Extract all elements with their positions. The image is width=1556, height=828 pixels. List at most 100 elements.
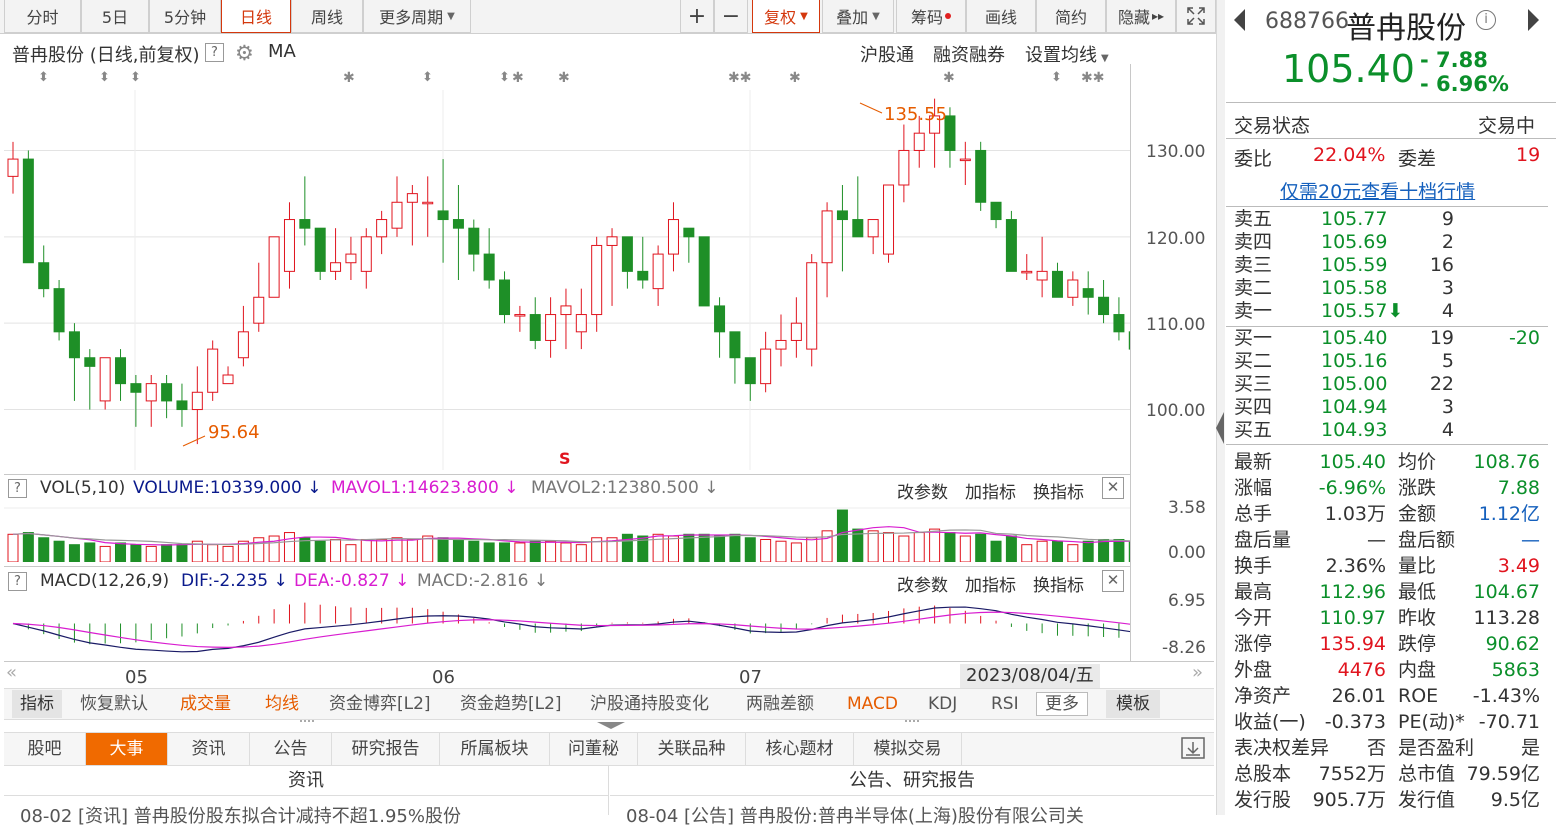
tab-5min[interactable]: 5分钟 [149, 0, 221, 33]
event-marker-star-icon[interactable]: ✱ [789, 70, 801, 86]
tab-announcements[interactable]: 公告 [250, 733, 332, 765]
bid-level-row[interactable]: 买一 105.40 19 -20 [1234, 327, 1544, 350]
vol-close-button[interactable]: ✕ [1102, 477, 1124, 499]
ask-level-row[interactable]: 卖五 105.77 9 [1234, 208, 1544, 231]
collapse-arrow-icon[interactable] [1216, 412, 1224, 444]
macd-help-button[interactable]: ? [8, 571, 27, 591]
vol-help-button[interactable]: ? [8, 478, 27, 498]
event-marker-star-icon[interactable]: ✱ [343, 70, 355, 86]
ask-level-row[interactable]: 卖三 105.59 16 [1234, 254, 1544, 277]
volume-bar [1051, 540, 1063, 562]
tab-indicator[interactable]: 指标 [12, 690, 62, 718]
tab-kdj[interactable]: KDJ [928, 690, 957, 718]
bid-level-row[interactable]: 买四 104.94 3 [1234, 396, 1544, 419]
settings-button[interactable]: ⚙ [235, 41, 254, 65]
hide-button[interactable]: 隐藏 ▸▸ [1106, 0, 1176, 33]
tab-news[interactable]: 资讯 [168, 733, 250, 765]
macd-chart[interactable] [0, 592, 1130, 660]
collapse-toggle-icon[interactable] [597, 722, 625, 729]
news-right-item[interactable]: 08-04 [公告] 普冉股份:普冉半导体(上海)股份有限公司关 [626, 802, 1186, 828]
tab-restore-default[interactable]: 恢复默认 [80, 690, 148, 718]
prev-stock-button[interactable] [1234, 9, 1245, 31]
event-marker-star-icon[interactable]: ✱ [943, 70, 955, 86]
scroll-left-button[interactable]: « [6, 662, 17, 683]
macd-axis-top: 6.95 [1168, 591, 1206, 611]
sell-signal-marker[interactable]: S [559, 449, 571, 468]
tab-research[interactable]: 研究报告 [332, 733, 440, 765]
tab-more-periods[interactable]: 更多周期 ▼ [363, 0, 471, 33]
stat-value: 4476 [1337, 659, 1386, 681]
stat-label: 盘后额 [1398, 529, 1456, 551]
event-marker-star-icon[interactable]: ✱✱ [1081, 70, 1104, 86]
event-marker-star-icon[interactable]: ✱ [558, 70, 570, 86]
ask-level-row[interactable]: 卖一 105.57⬇ 4 [1234, 300, 1544, 323]
tab-sectors[interactable]: 所属板块 [440, 733, 550, 765]
candle-body [468, 227, 480, 255]
info-icon: i [1484, 12, 1488, 27]
link-margin[interactable]: 融资融券 [933, 41, 1005, 67]
candlestick-chart[interactable] [0, 90, 1130, 470]
tab-stock-forum[interactable]: 股吧 [4, 733, 86, 765]
chevron-down-icon: ▼ [872, 10, 880, 22]
tab-volume[interactable]: 成交量 [180, 690, 231, 718]
next-stock-button[interactable] [1528, 9, 1539, 31]
bid-level-row[interactable]: 买二 105.16 5 [1234, 350, 1544, 373]
set-ma-button[interactable]: 设置均线 ▼ [1025, 41, 1109, 67]
info-button[interactable]: i [1476, 10, 1496, 30]
tab-ask-secretary[interactable]: 问董秘 [550, 733, 638, 765]
tab-fund-trend[interactable]: 资金趋势[L2] [460, 690, 562, 718]
event-marker-arrow-icon[interactable]: ⬍ [1051, 70, 1062, 85]
tab-major-events[interactable]: 大事 [86, 733, 168, 765]
tab-rsi[interactable]: RSI [991, 690, 1019, 718]
tab-intraday[interactable]: 分时 [4, 0, 81, 33]
tab-sim-trading[interactable]: 模拟交易 [854, 733, 962, 765]
tab-related[interactable]: 关联品种 [638, 733, 746, 765]
event-marker-star-icon[interactable]: ✱ [512, 70, 524, 86]
tab-hk-holding[interactable]: 沪股通持股变化 [590, 690, 709, 718]
tab-ma[interactable]: 均线 [265, 690, 299, 718]
level2-promo-link[interactable]: 仅需20元查看十档行情 [1280, 177, 1475, 204]
event-marker-arrow-icon[interactable]: ⬍ [422, 70, 433, 85]
tab-daily[interactable]: 日线 [221, 0, 291, 33]
ma-label[interactable]: MA [268, 41, 296, 62]
news-left-item[interactable]: 08-02 [资讯] 普冉股份股东拟合计减持不超1.95%股份 [20, 802, 580, 828]
adjust-button[interactable]: 复权 ▼ [752, 0, 820, 33]
tab-more[interactable]: 更多 [1036, 692, 1088, 716]
event-marker-star-icon[interactable]: ✱✱ [728, 70, 751, 86]
ask-level-row[interactable]: 卖四 105.69 2 [1234, 231, 1544, 254]
tab-template[interactable]: 模板 [1106, 690, 1160, 718]
splitter-grip[interactable] [905, 720, 919, 726]
volume-bar [975, 533, 987, 562]
bid-level-row[interactable]: 买三 105.00 22 [1234, 373, 1544, 396]
zoom-in-button[interactable]: + [680, 0, 714, 33]
link-hk-connect[interactable]: 沪股通 [860, 41, 914, 67]
stat-value: 110.97 [1319, 607, 1386, 629]
fullscreen-button[interactable] [1176, 0, 1216, 33]
chips-button[interactable]: 筹码 [896, 0, 966, 33]
volume-chart[interactable] [0, 500, 1130, 562]
event-marker-arrow-icon[interactable]: ⬍ [99, 70, 110, 85]
bid-level-label: 买三 [1234, 373, 1273, 395]
overlay-button[interactable]: 叠加 ▼ [822, 0, 894, 33]
tab-core-themes[interactable]: 核心题材 [746, 733, 854, 765]
splitter-grip[interactable] [300, 720, 314, 726]
tab-5day[interactable]: 5日 [81, 0, 149, 33]
volume-bar [268, 535, 280, 562]
help-button[interactable]: ? [205, 42, 224, 62]
event-marker-arrow-icon[interactable]: ⬍ [499, 70, 510, 85]
tab-weekly[interactable]: 周线 [291, 0, 363, 33]
event-marker-arrow-icon[interactable]: ⬍ [38, 70, 49, 85]
scroll-right-button[interactable]: » [1192, 662, 1203, 683]
tab-fund-game[interactable]: 资金博弈[L2] [329, 690, 431, 718]
tab-margin-diff[interactable]: 两融差额 [746, 690, 814, 718]
download-button[interactable] [1180, 736, 1206, 764]
panel-collapse-handle[interactable] [1216, 0, 1225, 815]
macd-close-button[interactable]: ✕ [1102, 570, 1124, 592]
tab-macd[interactable]: MACD [847, 690, 898, 718]
bid-level-row[interactable]: 买五 104.93 4 [1234, 419, 1544, 442]
simple-button[interactable]: 简约 [1036, 0, 1106, 33]
event-marker-arrow-icon[interactable]: ⬍ [130, 70, 141, 85]
ask-level-row[interactable]: 卖二 105.58 3 [1234, 277, 1544, 300]
draw-button[interactable]: 画线 [966, 0, 1036, 33]
zoom-out-button[interactable]: − [714, 0, 748, 33]
